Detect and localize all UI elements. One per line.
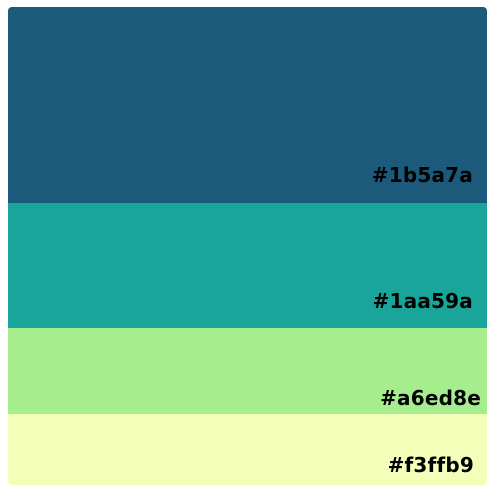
color-swatch-4[interactable]: #f3ffb9 [8, 414, 487, 485]
hex-code-label: #f3ffb9 [387, 453, 474, 477]
hex-code-label: #1b5a7a [371, 163, 473, 187]
color-swatch-1[interactable]: #1b5a7a [8, 7, 487, 203]
color-palette: #1b5a7a #1aa59a #a6ed8e #f3ffb9 [8, 7, 487, 485]
hex-code-label: #1aa59a [372, 289, 473, 313]
color-swatch-2[interactable]: #1aa59a [8, 203, 487, 328]
hex-code-label: #a6ed8e [380, 386, 481, 410]
color-swatch-3[interactable]: #a6ed8e [8, 328, 487, 414]
